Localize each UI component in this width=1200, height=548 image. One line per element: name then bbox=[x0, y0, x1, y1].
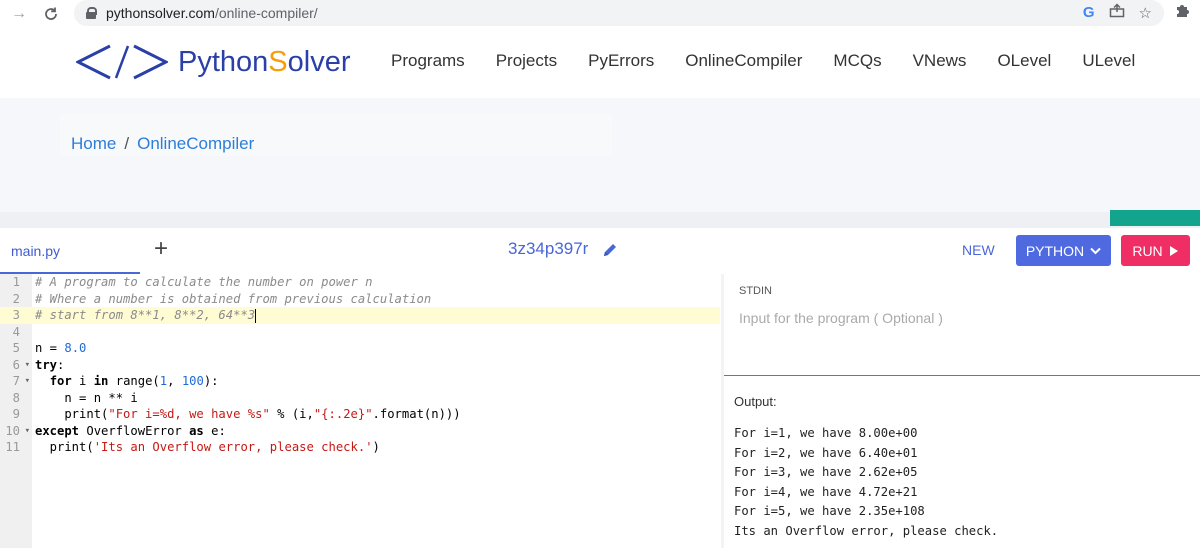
output-line: For i=1, we have 8.00e+00 bbox=[734, 426, 918, 440]
line-number: 5 bbox=[12, 341, 20, 355]
code-line: 10except OverflowError as e: bbox=[0, 423, 720, 440]
logo-text-rest: olver bbox=[287, 45, 351, 78]
address-bar[interactable]: pythonsolver.com/online-compiler/ G ☆ bbox=[74, 0, 1164, 26]
play-icon bbox=[1169, 245, 1178, 256]
output-line: For i=4, we have 4.72e+21 bbox=[734, 484, 918, 499]
stdin-panel: STDIN bbox=[724, 274, 1200, 376]
new-button[interactable]: NEW bbox=[962, 242, 995, 258]
output-panel: Output: For i=1, we have 8.00e+00 For i=… bbox=[724, 377, 1200, 548]
output-line: For i=2, we have 6.40e+01 bbox=[734, 445, 918, 460]
code-text: try: bbox=[35, 357, 65, 372]
line-number: 9 bbox=[12, 407, 20, 421]
output-label: Output: bbox=[734, 394, 777, 409]
output-line: For i=3, we have 2.62e+05 bbox=[734, 465, 918, 479]
nav-pyerrors[interactable]: PyErrors bbox=[588, 51, 654, 71]
line-number: 8 bbox=[12, 390, 20, 405]
language-label: PYTHON bbox=[1025, 242, 1085, 259]
compiler-toolbar: main.py + 3z34p397r NEW PYTHON RUN bbox=[0, 228, 1200, 274]
line-number: 3 bbox=[12, 308, 20, 322]
teal-accent-strip bbox=[1110, 210, 1200, 226]
edit-pencil-icon[interactable] bbox=[601, 241, 619, 259]
browser-toolbar: → pythonsolver.com/online-compiler/ G ☆ bbox=[0, 0, 1200, 28]
breadcrumb-current[interactable]: OnlineCompiler bbox=[137, 134, 254, 153]
breadcrumb-separator: / bbox=[124, 134, 130, 153]
nav-programs[interactable]: Programs bbox=[391, 51, 465, 71]
tab-main-py-label: main.py bbox=[11, 243, 61, 259]
output-line: For i=5, we have 2.35e+108 bbox=[734, 504, 925, 518]
code-line: 1 # A program to calculate the number on … bbox=[0, 274, 720, 291]
code-line: 6try: bbox=[0, 357, 720, 374]
address-bar-actions: G ☆ bbox=[1083, 3, 1152, 22]
bookmark-star-icon[interactable]: ☆ bbox=[1139, 4, 1152, 22]
breadcrumb-home[interactable]: Home bbox=[71, 134, 116, 153]
breadcrumb: Home / OnlineCompiler bbox=[71, 134, 254, 154]
code-text: for i in range(1, 100): bbox=[49, 374, 219, 388]
code-text: except OverflowError as e: bbox=[35, 423, 226, 438]
line-number[interactable]: 7 bbox=[0, 373, 32, 390]
url-path: /online-compiler/ bbox=[214, 5, 318, 21]
code-text: n = 8.0 bbox=[35, 341, 87, 355]
line-number[interactable]: 10 bbox=[0, 423, 32, 440]
main-nav: Programs Projects PyErrors OnlineCompile… bbox=[391, 51, 1166, 71]
logo-text-accent: S bbox=[268, 45, 288, 78]
line-number: 1 bbox=[12, 275, 20, 289]
section-divider bbox=[0, 212, 1200, 228]
site-header: PythonSolver Programs Projects PyErrors … bbox=[0, 28, 1200, 98]
extensions-puzzle-icon[interactable] bbox=[1174, 3, 1190, 24]
code-line: 2 # Where a number is obtained from previ… bbox=[0, 291, 720, 308]
code-text: n = n ** i bbox=[35, 390, 138, 405]
code-line: 11 print('Its an Overflow error, please … bbox=[0, 439, 720, 456]
code-line: 7 for i in range(1, 100): bbox=[0, 373, 720, 390]
code-text: # Where a number is obtained from previo… bbox=[35, 291, 432, 306]
nav-ulevel[interactable]: ULevel bbox=[1082, 51, 1135, 71]
line-number: 4 bbox=[12, 324, 20, 339]
code-brackets-logo-icon bbox=[76, 44, 168, 80]
project-id: 3z34p397r bbox=[508, 239, 589, 258]
code-text: # start from 8**1, 8**2, 64**3 bbox=[35, 308, 257, 323]
back-arrow-icon[interactable]: → bbox=[8, 3, 30, 25]
url-text: pythonsolver.com/online-compiler/ bbox=[106, 5, 318, 21]
share-icon[interactable] bbox=[1109, 3, 1125, 22]
code-editor[interactable]: 1 # A program to calculate the number on … bbox=[0, 274, 720, 548]
logo-text-python: Python bbox=[178, 45, 269, 78]
nav-mcqs[interactable]: MCQs bbox=[833, 51, 881, 71]
logo-text: PythonSolver bbox=[178, 46, 351, 79]
run-button[interactable]: RUN bbox=[1121, 235, 1190, 266]
line-number: 11 bbox=[5, 440, 20, 454]
lock-icon bbox=[86, 7, 97, 19]
google-icon[interactable]: G bbox=[1083, 4, 1095, 21]
line-number[interactable]: 6 bbox=[0, 357, 32, 374]
tab-main-py[interactable]: main.py bbox=[0, 228, 140, 274]
run-label: RUN bbox=[1132, 242, 1163, 259]
stdin-label: STDIN bbox=[739, 285, 772, 297]
nav-vnews[interactable]: VNews bbox=[913, 51, 967, 71]
code-text: # A program to calculate the number on p… bbox=[35, 275, 373, 289]
code-line: 4 bbox=[0, 324, 720, 341]
nav-projects[interactable]: Projects bbox=[496, 51, 557, 71]
url-domain: pythonsolver.com bbox=[106, 5, 215, 21]
code-line-active: 3 # start from 8**1, 8**2, 64**3 bbox=[0, 307, 720, 324]
breadcrumb-band: Home / OnlineCompiler bbox=[0, 98, 1200, 212]
line-number: 2 bbox=[12, 291, 20, 306]
nav-onlinecompiler[interactable]: OnlineCompiler bbox=[685, 51, 802, 71]
reload-icon[interactable] bbox=[40, 3, 62, 25]
code-text: print("For i=%d, we have %s" % (i,"{:.2e… bbox=[35, 407, 461, 421]
code-line: 5 n = 8.0 bbox=[0, 340, 720, 357]
stdin-input[interactable] bbox=[739, 310, 1179, 326]
nav-olevel[interactable]: OLevel bbox=[997, 51, 1051, 71]
code-line: 9 print("For i=%d, we have %s" % (i,"{:.… bbox=[0, 406, 720, 423]
code-line: 8 n = n ** i bbox=[0, 390, 720, 407]
text-cursor bbox=[255, 308, 257, 323]
output-line: Its an Overflow error, please check. bbox=[734, 523, 999, 538]
site-logo[interactable]: PythonSolver bbox=[76, 42, 351, 82]
code-text: print('Its an Overflow error, please che… bbox=[35, 440, 380, 454]
language-select-button[interactable]: PYTHON bbox=[1016, 235, 1111, 266]
chevron-down-icon bbox=[1090, 247, 1101, 254]
add-file-plus-icon[interactable]: + bbox=[154, 235, 168, 263]
